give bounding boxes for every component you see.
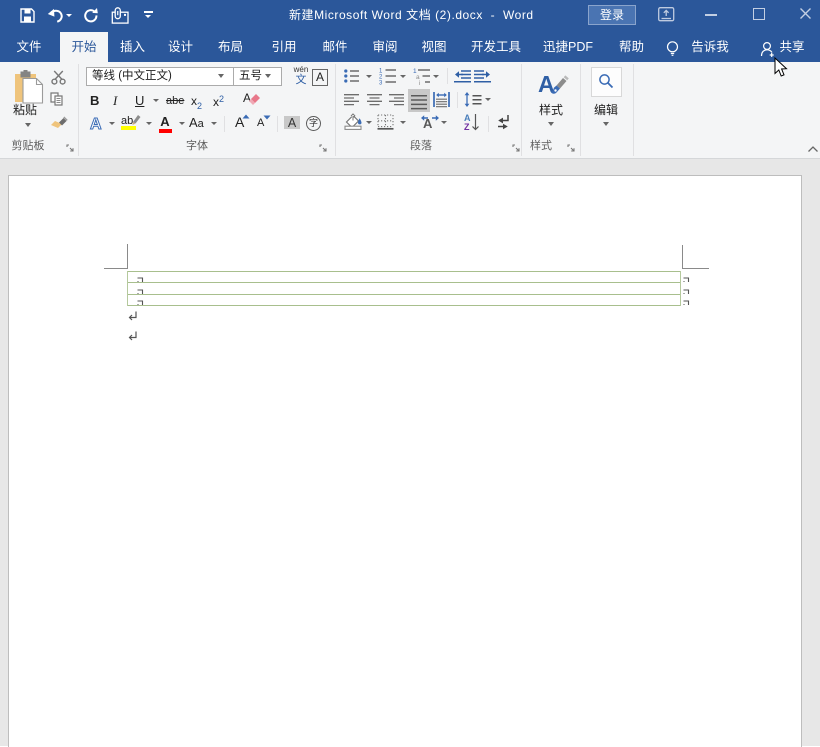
svg-text:A: A — [243, 91, 251, 105]
svg-text:A: A — [90, 116, 102, 133]
svg-text:i: i — [419, 80, 420, 87]
svg-text:ab: ab — [121, 115, 133, 127]
